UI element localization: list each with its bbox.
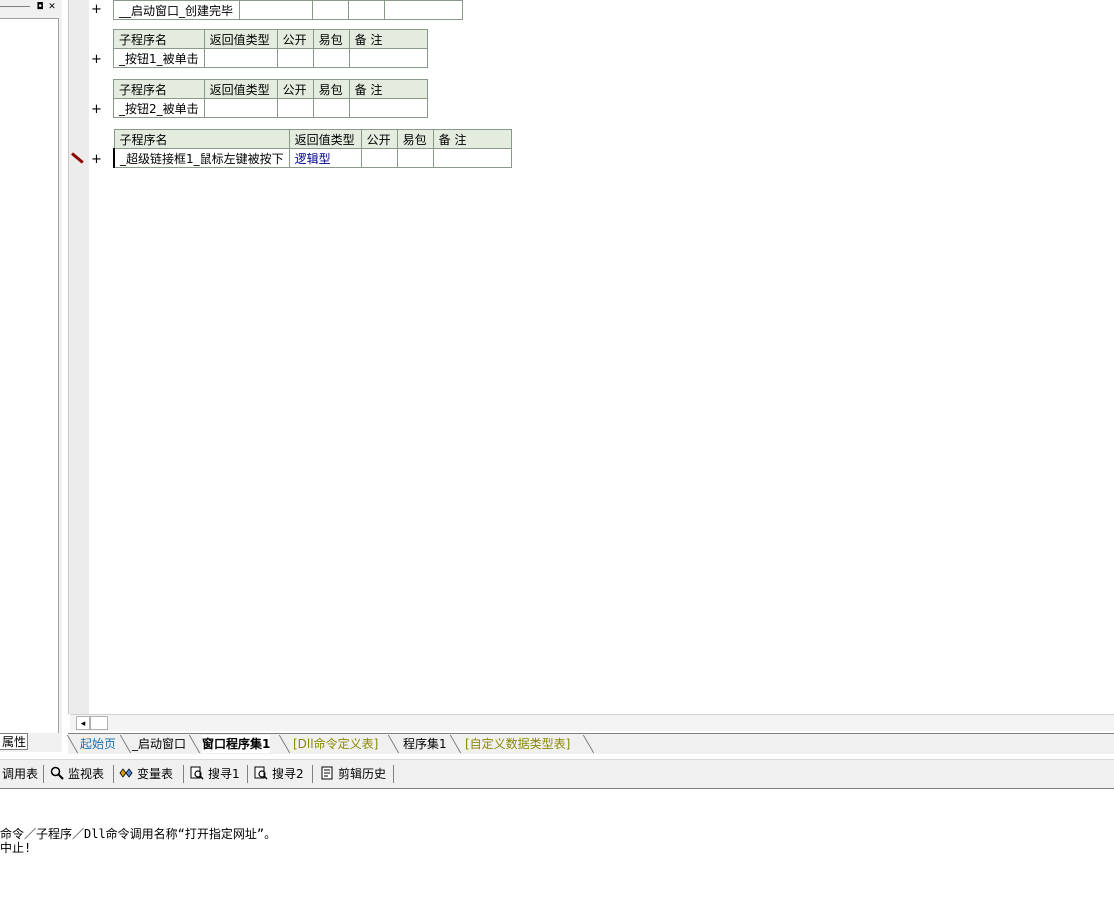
panel-header-line: [0, 6, 30, 7]
return-type-cell[interactable]: [203, 48, 278, 68]
tab-custom-datatype-table[interactable]: [自定义数据类型表]: [465, 735, 570, 753]
return-type-cell[interactable]: [239, 0, 313, 20]
remark-cell[interactable]: [348, 98, 428, 118]
search-document-icon: [190, 766, 204, 780]
tab-divider: [582, 735, 595, 753]
subroutine-name-cell[interactable]: _超级链接框1_鼠标左键被按下: [112, 148, 290, 168]
output-line: 命令／子程序／Dll命令调用名称“打开指定网址”。: [0, 827, 277, 841]
epackage-cell[interactable]: [312, 98, 350, 118]
variable-table-button[interactable]: 变量表: [119, 766, 173, 782]
expand-icon[interactable]: +: [91, 103, 102, 116]
toolbar-divider: [247, 765, 248, 783]
left-panel: ◘ ✕ 属性: [0, 0, 62, 752]
editor-gutter: [68, 0, 89, 714]
subroutine-table: 子程序名 返回值类型 公开 易包 备 注 _按钮2_被单击: [113, 79, 428, 118]
search1-label: 搜寻1: [208, 767, 240, 781]
expand-icon[interactable]: +: [91, 53, 102, 66]
tab-divider: [278, 735, 291, 753]
header-public: 公开: [276, 29, 314, 49]
tab-start-page[interactable]: 起始页: [80, 735, 116, 753]
header-subroutine-name: 子程序名: [113, 129, 290, 149]
panel-content: [0, 18, 59, 733]
tab-assembly1[interactable]: 程序集1: [403, 735, 447, 753]
header-return-type: 返回值类型: [288, 129, 362, 149]
tab-divider: [188, 735, 201, 753]
output-panel[interactable]: 命令／子程序／Dll命令调用名称“打开指定网址”。 中止!: [0, 790, 1114, 914]
clipboard-icon: [321, 766, 333, 780]
watch-table-button[interactable]: 监视表: [50, 766, 104, 782]
close-icon[interactable]: ✕: [47, 2, 57, 12]
remark-cell[interactable]: [384, 0, 463, 20]
return-type-cell[interactable]: 逻辑型: [288, 148, 362, 168]
search2-button[interactable]: 搜寻2: [254, 766, 304, 782]
search2-label: 搜寻2: [272, 767, 304, 781]
scroll-left-icon[interactable]: ◂: [76, 716, 90, 730]
tab-divider: [66, 735, 79, 753]
public-cell[interactable]: [276, 48, 314, 68]
scroll-thumb[interactable]: [90, 716, 108, 730]
header-epackage: 易包: [312, 29, 350, 49]
public-cell[interactable]: [360, 148, 398, 168]
expand-icon[interactable]: +: [91, 153, 102, 166]
clip-history-button[interactable]: 剪辑历史: [320, 766, 386, 782]
public-cell[interactable]: [276, 98, 314, 118]
header-remark: 备 注: [432, 129, 512, 149]
tab-window-assembly1[interactable]: 窗口程序集1: [202, 735, 271, 753]
magnifier-icon: [50, 766, 64, 780]
public-cell[interactable]: [312, 0, 349, 20]
header-remark: 备 注: [348, 79, 428, 99]
horizontal-scrollbar[interactable]: ◂: [70, 714, 1114, 731]
tab-dll-command-table[interactable]: [Dll命令定义表]: [293, 735, 378, 753]
tab-startup-window[interactable]: _启动窗口: [132, 735, 186, 753]
toolbar-divider: [183, 765, 184, 783]
epackage-cell[interactable]: [312, 48, 350, 68]
search1-button[interactable]: 搜寻1: [190, 766, 240, 782]
tab-strip: 起始页 _启动窗口 窗口程序集1 [Dll命令定义表] 程序集1 [自定义数据类…: [66, 733, 1114, 754]
remark-cell[interactable]: [348, 48, 428, 68]
subroutine-table: __启动窗口_创建完毕: [113, 0, 463, 20]
remark-cell[interactable]: [432, 148, 512, 168]
subroutine-name-cell[interactable]: __启动窗口_创建完毕: [113, 0, 240, 20]
return-type-cell[interactable]: [203, 98, 278, 118]
call-table-label: 调用表: [2, 767, 39, 781]
tab-divider: [119, 735, 132, 753]
restore-icon[interactable]: ◘: [35, 2, 45, 12]
toolbar-divider: [393, 765, 394, 783]
tab-divider: [387, 735, 400, 753]
search-document-icon: [254, 766, 268, 780]
toolbar-divider: [312, 765, 313, 783]
header-remark: 备 注: [348, 29, 428, 49]
header-subroutine-name: 子程序名: [113, 29, 205, 49]
variables-icon: [119, 768, 133, 778]
tab-divider: [449, 735, 462, 753]
subroutine-table: 子程序名 返回值类型 公开 易包 备 注 _按钮1_被单击: [113, 29, 428, 68]
watch-table-label: 监视表: [68, 767, 105, 781]
properties-tab[interactable]: 属性: [0, 733, 28, 750]
epackage-cell[interactable]: [396, 148, 434, 168]
bottom-toolbar: 调用表 监视表 变量表 搜寻1 搜寻2 剪辑历史: [0, 759, 1114, 789]
header-return-type: 返回值类型: [203, 29, 278, 49]
epackage-cell[interactable]: [348, 0, 385, 20]
clip-history-label: 剪辑历史: [338, 767, 387, 781]
variable-table-label: 变量表: [137, 767, 174, 781]
header-epackage: 易包: [312, 79, 350, 99]
header-subroutine-name: 子程序名: [113, 79, 205, 99]
expand-icon[interactable]: +: [91, 3, 102, 16]
subroutine-table: 子程序名 返回值类型 公开 易包 备 注 _超级链接框1_鼠标左键被按下 逻辑型: [112, 129, 512, 168]
subroutine-name-cell[interactable]: _按钮1_被单击: [113, 48, 205, 68]
subroutine-name-cell[interactable]: _按钮2_被单击: [113, 98, 205, 118]
toolbar-divider: [113, 765, 114, 783]
header-return-type: 返回值类型: [203, 79, 278, 99]
toolbar-divider: [43, 765, 44, 783]
header-public: 公开: [276, 79, 314, 99]
call-table-button[interactable]: 调用表: [2, 766, 38, 782]
header-public: 公开: [360, 129, 398, 149]
output-line: 中止!: [0, 841, 32, 855]
header-epackage: 易包: [396, 129, 434, 149]
